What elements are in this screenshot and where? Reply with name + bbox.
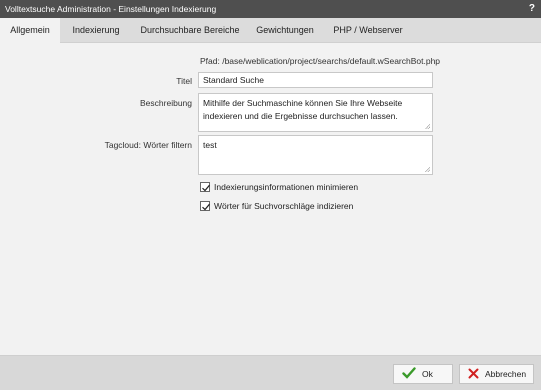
form-panel: Pfad: /base/weblication/project/searchs/… (0, 43, 541, 355)
title-input[interactable] (198, 72, 433, 88)
ok-label: Ok (422, 369, 433, 379)
help-button[interactable]: ? (529, 0, 535, 18)
window-title: Volltextsuche Administration - Einstellu… (5, 4, 217, 14)
x-icon (468, 368, 479, 381)
minimize-checkbox-row[interactable]: Indexierungsinformationen minimieren (200, 181, 358, 193)
cancel-label: Abbrechen (485, 369, 527, 379)
tab-durchsuchbare-bereiche[interactable]: Durchsuchbare Bereiche (135, 18, 245, 43)
suggest-label: Wörter für Suchvorschläge indizieren (214, 201, 354, 211)
tagcloud-text: test (203, 140, 217, 150)
tab-php-webserver[interactable]: PHP / Webserver (326, 18, 410, 43)
tagcloud-textarea[interactable]: test (198, 135, 433, 175)
title-bar: Volltextsuche Administration - Einstellu… (0, 0, 541, 18)
ok-button[interactable]: Ok (393, 364, 453, 384)
description-text: Mithilfe der Suchmaschine können Sie Ihr… (203, 98, 403, 121)
tagcloud-label: Tagcloud: Wörter filtern (104, 140, 192, 150)
file-path: Pfad: /base/weblication/project/searchs/… (200, 56, 441, 66)
cancel-button[interactable]: Abbrechen (459, 364, 534, 384)
suggest-checkbox[interactable] (200, 201, 210, 211)
tab-bar: Allgemein Indexierung Durchsuchbare Bere… (0, 18, 541, 43)
suggest-checkbox-row[interactable]: Wörter für Suchvorschläge indizieren (200, 200, 353, 212)
tab-indexierung[interactable]: Indexierung (63, 18, 129, 43)
checkmark-icon (202, 184, 210, 192)
description-label: Beschreibung (140, 98, 192, 108)
tab-allgemein[interactable]: Allgemein (0, 18, 60, 43)
title-label: Titel (176, 76, 192, 86)
tab-gewichtungen[interactable]: Gewichtungen (250, 18, 320, 43)
checkmark-icon (402, 367, 416, 381)
description-textarea[interactable]: Mithilfe der Suchmaschine können Sie Ihr… (198, 93, 433, 132)
checkmark-icon (202, 203, 210, 211)
footer-bar: Ok Abbrechen (0, 355, 541, 390)
minimize-checkbox[interactable] (200, 182, 210, 192)
resize-grip-icon[interactable] (425, 124, 430, 129)
resize-grip-icon[interactable] (425, 167, 430, 172)
minimize-label: Indexierungsinformationen minimieren (214, 182, 359, 192)
